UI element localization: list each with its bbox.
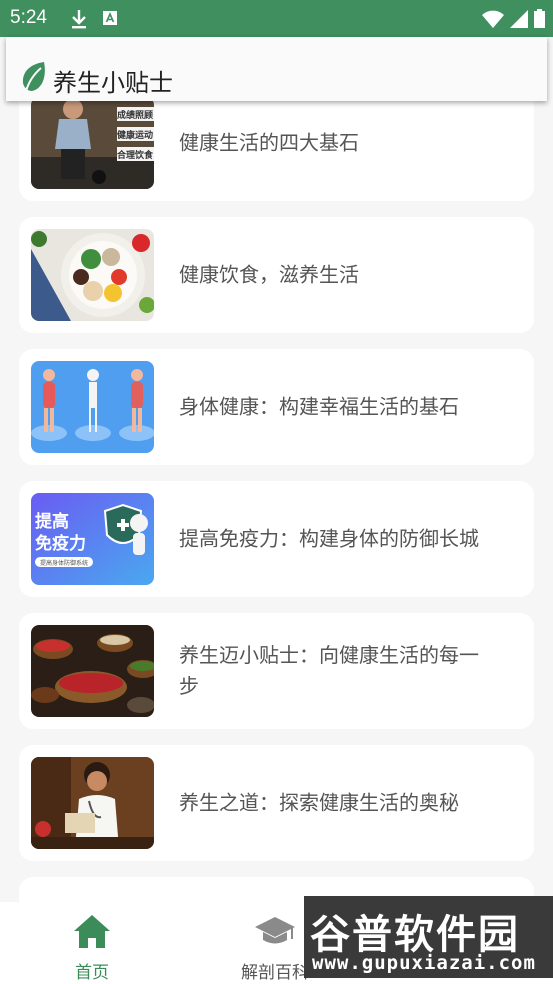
article-card[interactable]: 提高 免疫力 提高身体防御系统 提高免疫力：构建身体的防御长城 [19, 481, 534, 597]
nav-home[interactable]: 首页 [22, 902, 162, 984]
thumb-text: 成绩照顾 [117, 109, 153, 121]
article-card[interactable]: 养生之道：探索健康生活的奥秘 [19, 745, 534, 861]
status-time: 5:24 [10, 7, 47, 28]
a-box-icon [102, 9, 118, 33]
app-bar: 养生小贴士 [6, 37, 547, 101]
watermark: 谷普软件园 www.gupuxiazai.com [304, 896, 553, 978]
download-icon [70, 9, 88, 33]
article-title: 养生之道：探索健康生活的奥秘 [179, 790, 459, 815]
watermark-url: www.gupuxiazai.com [312, 952, 536, 974]
article-thumbnail [31, 361, 154, 453]
battery-icon [534, 9, 545, 32]
thumb-text: 提高身体防御系统 [40, 559, 88, 567]
article-thumbnail [31, 229, 154, 321]
article-title: 健康生活的四大基石 [179, 130, 359, 155]
article-title: 身体健康：构建幸福生活的基石 [179, 394, 459, 419]
status-bar: 5:24 [0, 0, 553, 37]
thumb-text: 健康运动 [117, 129, 153, 141]
graduation-cap-icon [255, 917, 295, 944]
article-title: 提高免疫力：构建身体的防御长城 [179, 526, 479, 551]
thumb-text: 提高 [35, 511, 69, 532]
article-card[interactable]: 身体健康：构建幸福生活的基石 [19, 349, 534, 465]
article-title: 养生迈小贴士：向健康生活的每一步 [179, 643, 479, 698]
thumb-text: 合理饮食 [117, 149, 154, 161]
article-title: 健康饮食，滋养生活 [179, 262, 359, 287]
article-thumbnail: 成绩照顾 健康运动 合理饮食 [31, 101, 154, 189]
article-thumbnail [31, 625, 154, 717]
article-thumbnail: 提高 免疫力 提高身体防御系统 [31, 493, 154, 585]
home-icon [74, 915, 110, 948]
article-card[interactable]: 成绩照顾 健康运动 合理饮食 健康生活的四大基石 [19, 101, 534, 201]
leaf-icon [20, 61, 48, 97]
article-thumbnail [31, 757, 154, 849]
nav-home-label: 首页 [75, 963, 109, 983]
article-card[interactable]: 养生迈小贴士：向健康生活的每一步 [19, 613, 534, 729]
article-card[interactable]: 健康饮食，滋养生活 [19, 217, 534, 333]
article-list[interactable]: 成绩照顾 健康运动 合理饮食 健康生活的四大基石 健康饮食，滋养生活 身体健康：… [0, 101, 553, 902]
thumb-text: 免疫力 [35, 533, 86, 554]
app-title: 养生小贴士 [53, 69, 173, 97]
wifi-icon [482, 10, 504, 32]
signal-icon [510, 9, 528, 32]
